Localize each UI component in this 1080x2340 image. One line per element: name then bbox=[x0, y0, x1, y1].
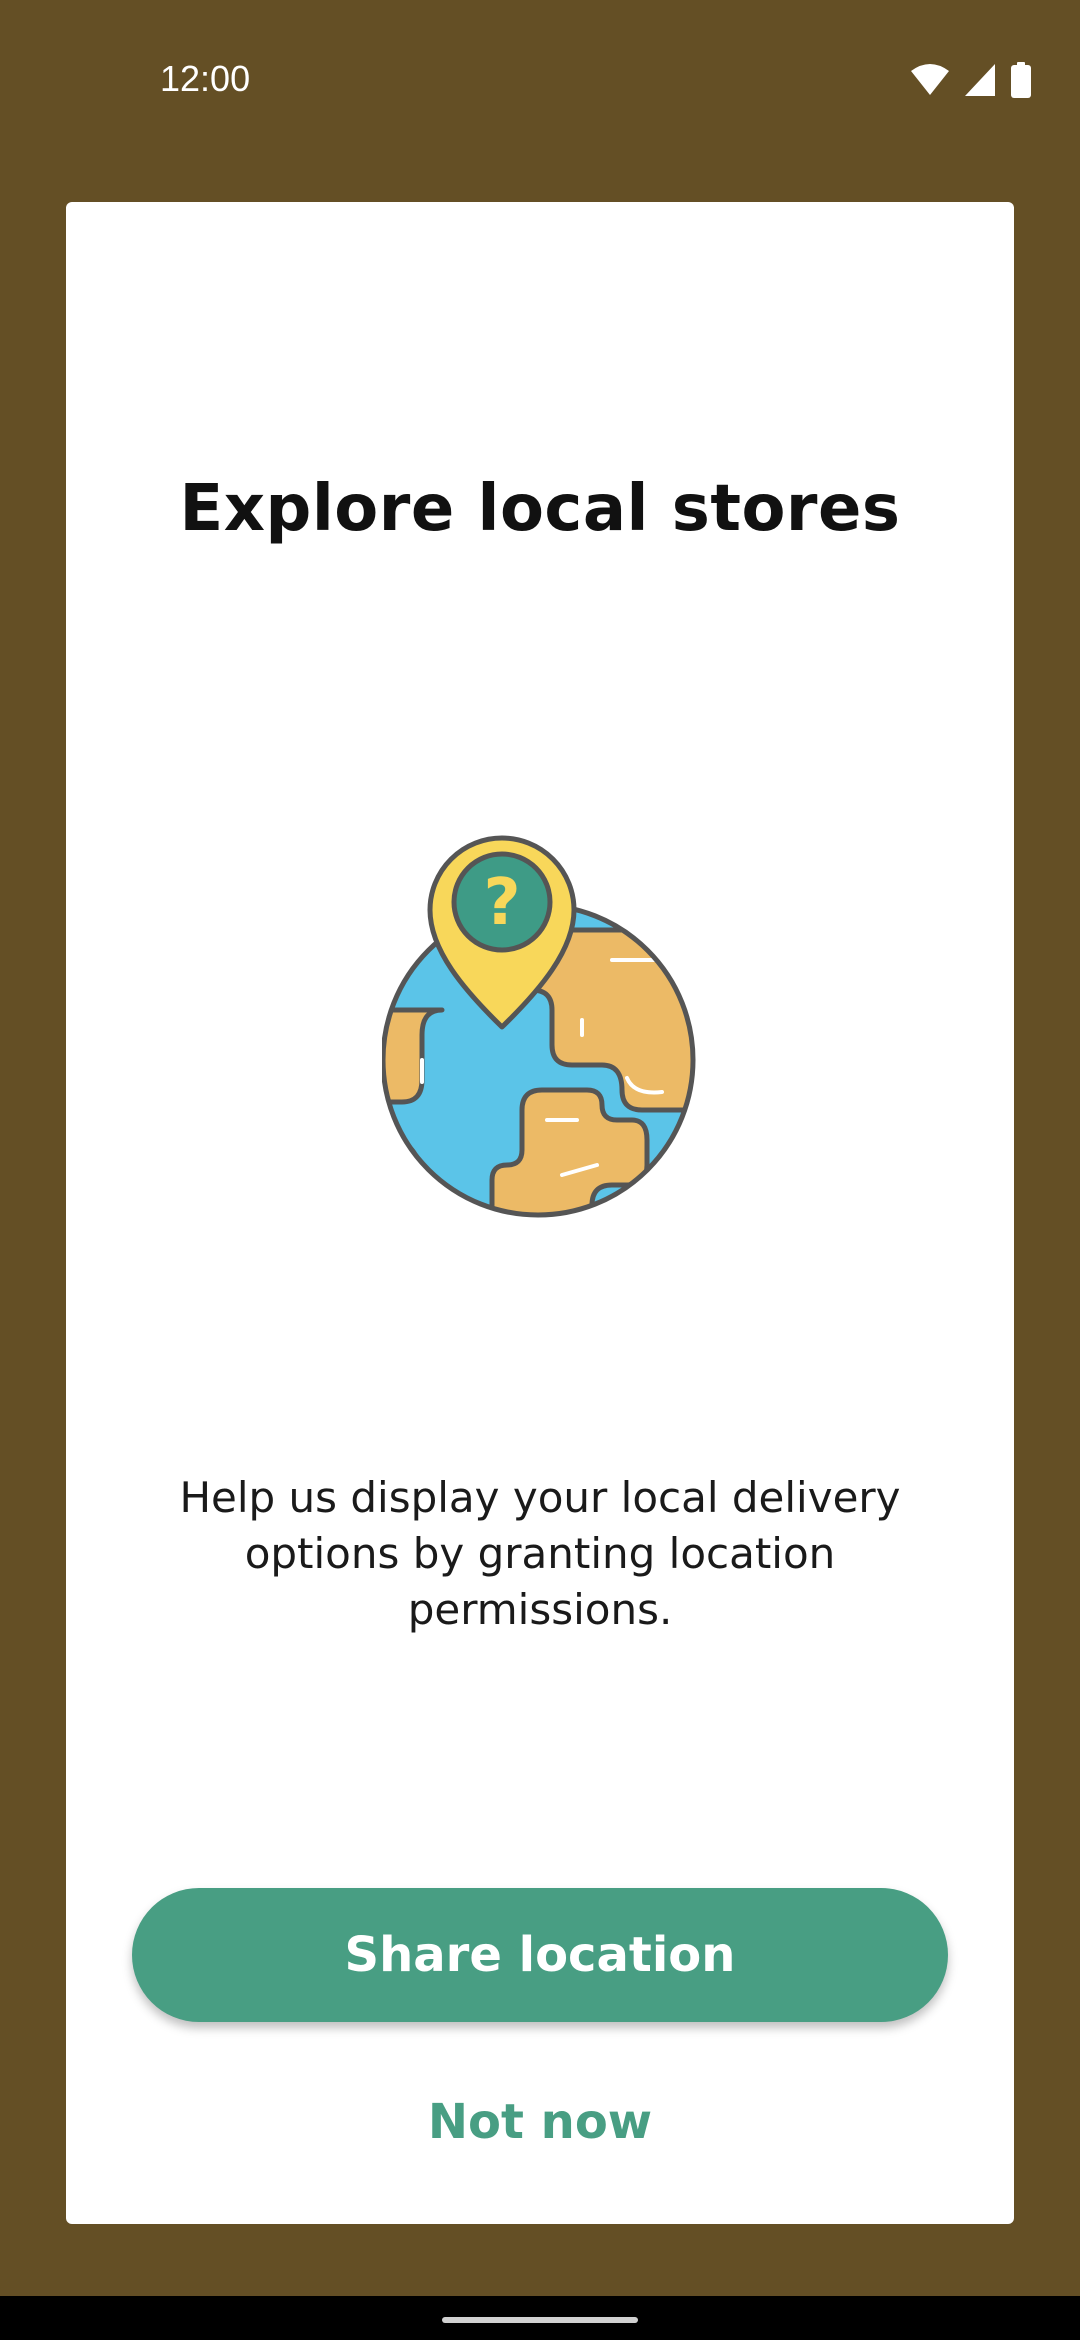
battery-icon bbox=[1010, 62, 1032, 102]
status-icons bbox=[910, 62, 1032, 102]
status-time: 12:00 bbox=[160, 58, 251, 99]
status-bar: 12:00 bbox=[0, 0, 1080, 170]
dialog-title: Explore local stores bbox=[179, 472, 901, 546]
cell-signal-icon bbox=[964, 63, 996, 101]
svg-text:?: ? bbox=[483, 866, 520, 940]
wifi-icon bbox=[910, 63, 950, 101]
dialog-description: Help us display your local delivery opti… bbox=[179, 1473, 901, 1634]
share-location-button[interactable]: Share location bbox=[132, 1888, 948, 2022]
not-now-button[interactable]: Not now bbox=[340, 2082, 740, 2162]
home-indicator[interactable] bbox=[442, 2317, 638, 2323]
location-permission-card: Explore local stores ? Help us display y… bbox=[66, 202, 1014, 2224]
globe-location-question-icon: ? bbox=[380, 820, 712, 1420]
